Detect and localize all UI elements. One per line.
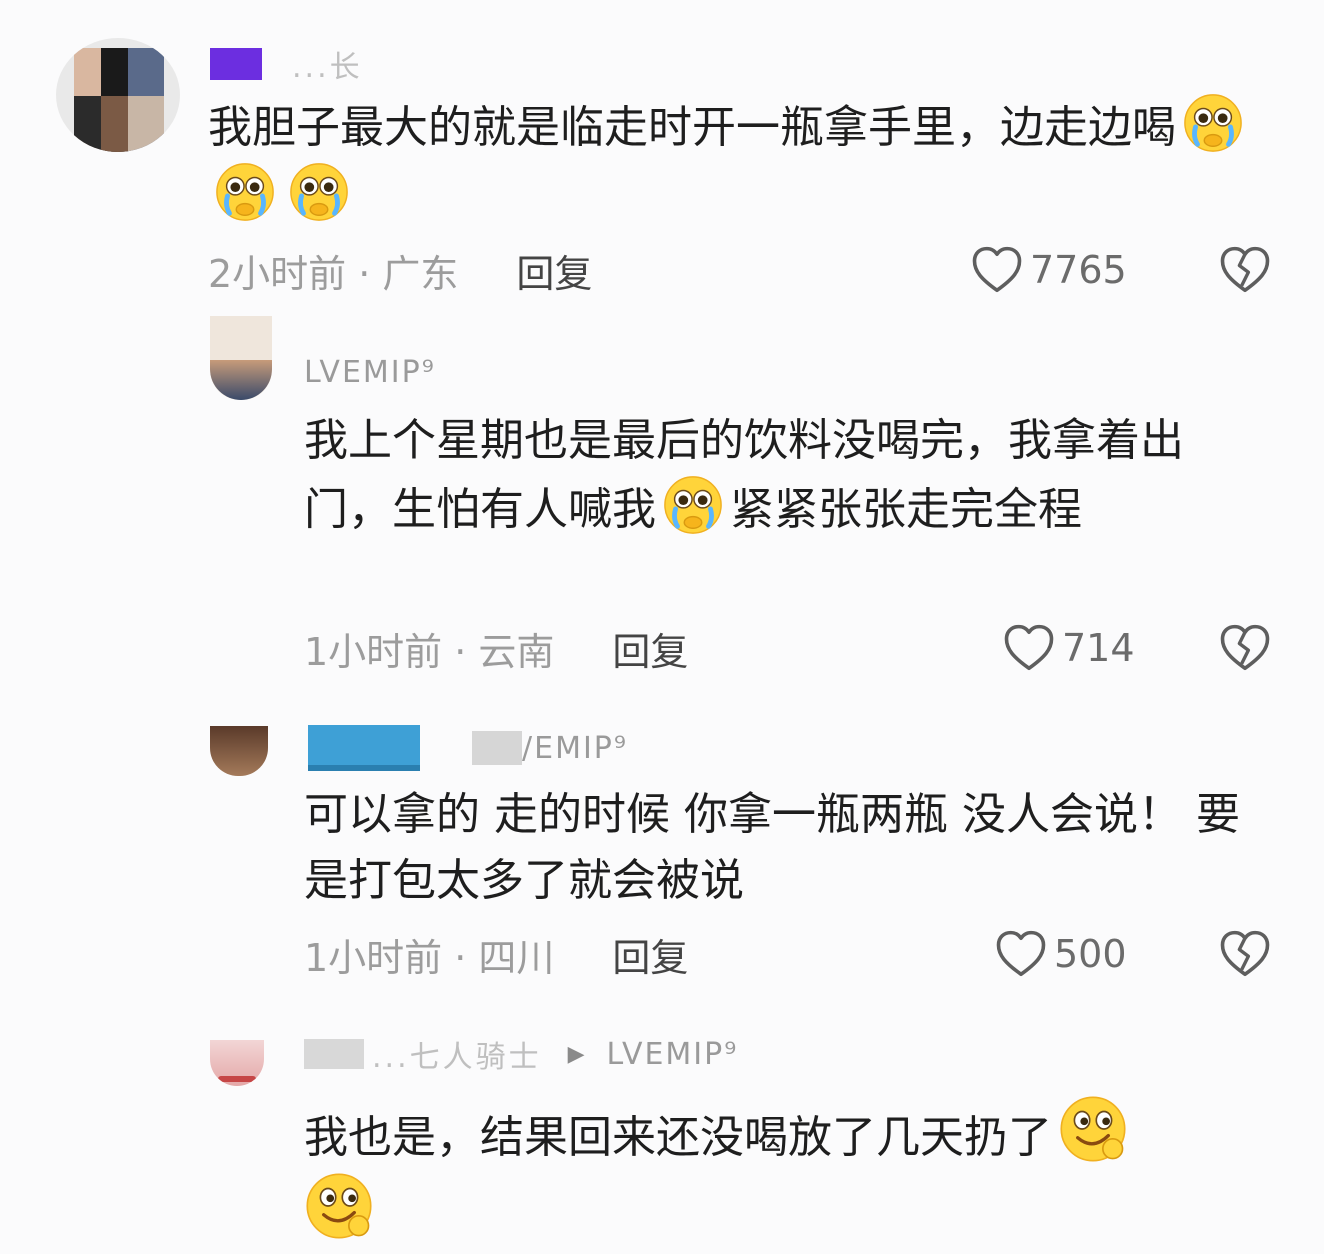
username[interactable]: LVEMIP⁹ xyxy=(304,355,436,390)
username-row: /EMIP⁹ xyxy=(308,725,628,771)
comment-text: 我胆子最大的就是临走时开一瓶拿手里，边走边喝 xyxy=(208,92,1258,230)
username-row: ...七人骑士 ▶ LVEMIP⁹ xyxy=(304,1032,739,1076)
comment-2: LVEMIP⁹ 我上个星期也是最后的饮料没喝完，我拿着出门，生怕有人喊我 紧紧张张… xyxy=(0,310,1324,690)
time-location: 1小时前 · 云南 xyxy=(304,629,555,674)
time-location: 1小时前 · 四川 xyxy=(304,935,555,980)
broken-heart-icon xyxy=(1218,927,1272,981)
username[interactable]: ...七人骑士 xyxy=(372,1032,542,1076)
like-button[interactable]: 714 xyxy=(1002,618,1135,678)
reply-button[interactable]: 回复 xyxy=(612,927,688,982)
like-count: 714 xyxy=(1062,626,1135,670)
like-count: 7765 xyxy=(1030,248,1127,292)
username-blurred[interactable] xyxy=(210,48,262,80)
avatar[interactable] xyxy=(56,38,180,152)
wink-smirk-emoji-icon xyxy=(1058,1094,1128,1164)
reply-to-avatar-blurred xyxy=(472,731,522,765)
avatar[interactable] xyxy=(210,316,272,400)
avatar[interactable] xyxy=(210,1040,264,1086)
username-blurred[interactable] xyxy=(308,725,420,771)
comment-text-content: 可以拿的 走的时候 你拿一瓶两瓶 没人会说！ 要是打包太多了就会被说 xyxy=(304,789,1240,906)
like-button[interactable]: 500 xyxy=(994,924,1127,984)
broken-heart-icon xyxy=(1218,243,1272,297)
reply-to-username[interactable]: LVEMIP⁹ xyxy=(607,1037,739,1072)
triangle-right-icon: ▶ xyxy=(567,1041,585,1067)
comment-text-content: 我胆子最大的就是临走时开一瓶拿手里，边走边喝 xyxy=(208,102,1176,153)
username[interactable]: ...长 xyxy=(292,42,363,86)
reply-button[interactable]: 回复 xyxy=(612,621,688,676)
crying-face-emoji-icon xyxy=(1182,92,1244,154)
crying-face-emoji-icon xyxy=(214,161,276,223)
comment-4: ...七人骑士 ▶ LVEMIP⁹ 我也是，结果回来还没喝放了几天扔了 xyxy=(0,1020,1324,1254)
comment-1: ...长 我胆子最大的就是临走时开一瓶拿手里，边走边喝 2小时前 · 广东 回复… xyxy=(0,0,1324,310)
broken-heart-icon xyxy=(1218,621,1272,675)
wink-smirk-emoji-icon xyxy=(304,1171,374,1241)
comment-meta: 1小时前 · 四川 回复 xyxy=(304,924,688,984)
comment-text: 我也是，结果回来还没喝放了几天扔了 xyxy=(304,1094,1284,1248)
avatar[interactable] xyxy=(210,726,268,776)
reply-button[interactable]: 回复 xyxy=(516,243,592,298)
username-row: ...长 xyxy=(210,42,363,86)
heart-outline-icon xyxy=(994,927,1048,981)
crying-face-emoji-icon xyxy=(662,474,724,536)
comment-text: 可以拿的 走的时候 你拿一瓶两瓶 没人会说！ 要是打包太多了就会被说 xyxy=(304,782,1264,914)
comment-text: 我上个星期也是最后的饮料没喝完，我拿着出门，生怕有人喊我 紧紧张张走完全程 xyxy=(304,408,1264,543)
dislike-button[interactable] xyxy=(1218,240,1272,300)
comment-meta: 1小时前 · 云南 回复 xyxy=(304,618,688,678)
comment-3: /EMIP⁹ 可以拿的 走的时候 你拿一瓶两瓶 没人会说！ 要是打包太多了就会被… xyxy=(0,690,1324,1020)
comment-meta: 2小时前 · 广东 回复 xyxy=(208,240,592,300)
comment-text-content: 紧紧张张走完全程 xyxy=(730,484,1082,535)
username-row: LVEMIP⁹ xyxy=(304,352,436,392)
dislike-button[interactable] xyxy=(1218,618,1272,678)
dislike-button[interactable] xyxy=(1218,924,1272,984)
heart-outline-icon xyxy=(1002,621,1056,675)
like-button[interactable]: 7765 xyxy=(970,240,1127,300)
like-count: 500 xyxy=(1054,932,1127,976)
crying-face-emoji-icon xyxy=(288,161,350,223)
time-location: 2小时前 · 广东 xyxy=(208,251,459,296)
reply-to-username[interactable]: /EMIP⁹ xyxy=(522,731,628,766)
comment-text-content: 我也是，结果回来还没喝放了几天扔了 xyxy=(304,1112,1052,1163)
username-blurred xyxy=(304,1039,364,1069)
heart-outline-icon xyxy=(970,243,1024,297)
